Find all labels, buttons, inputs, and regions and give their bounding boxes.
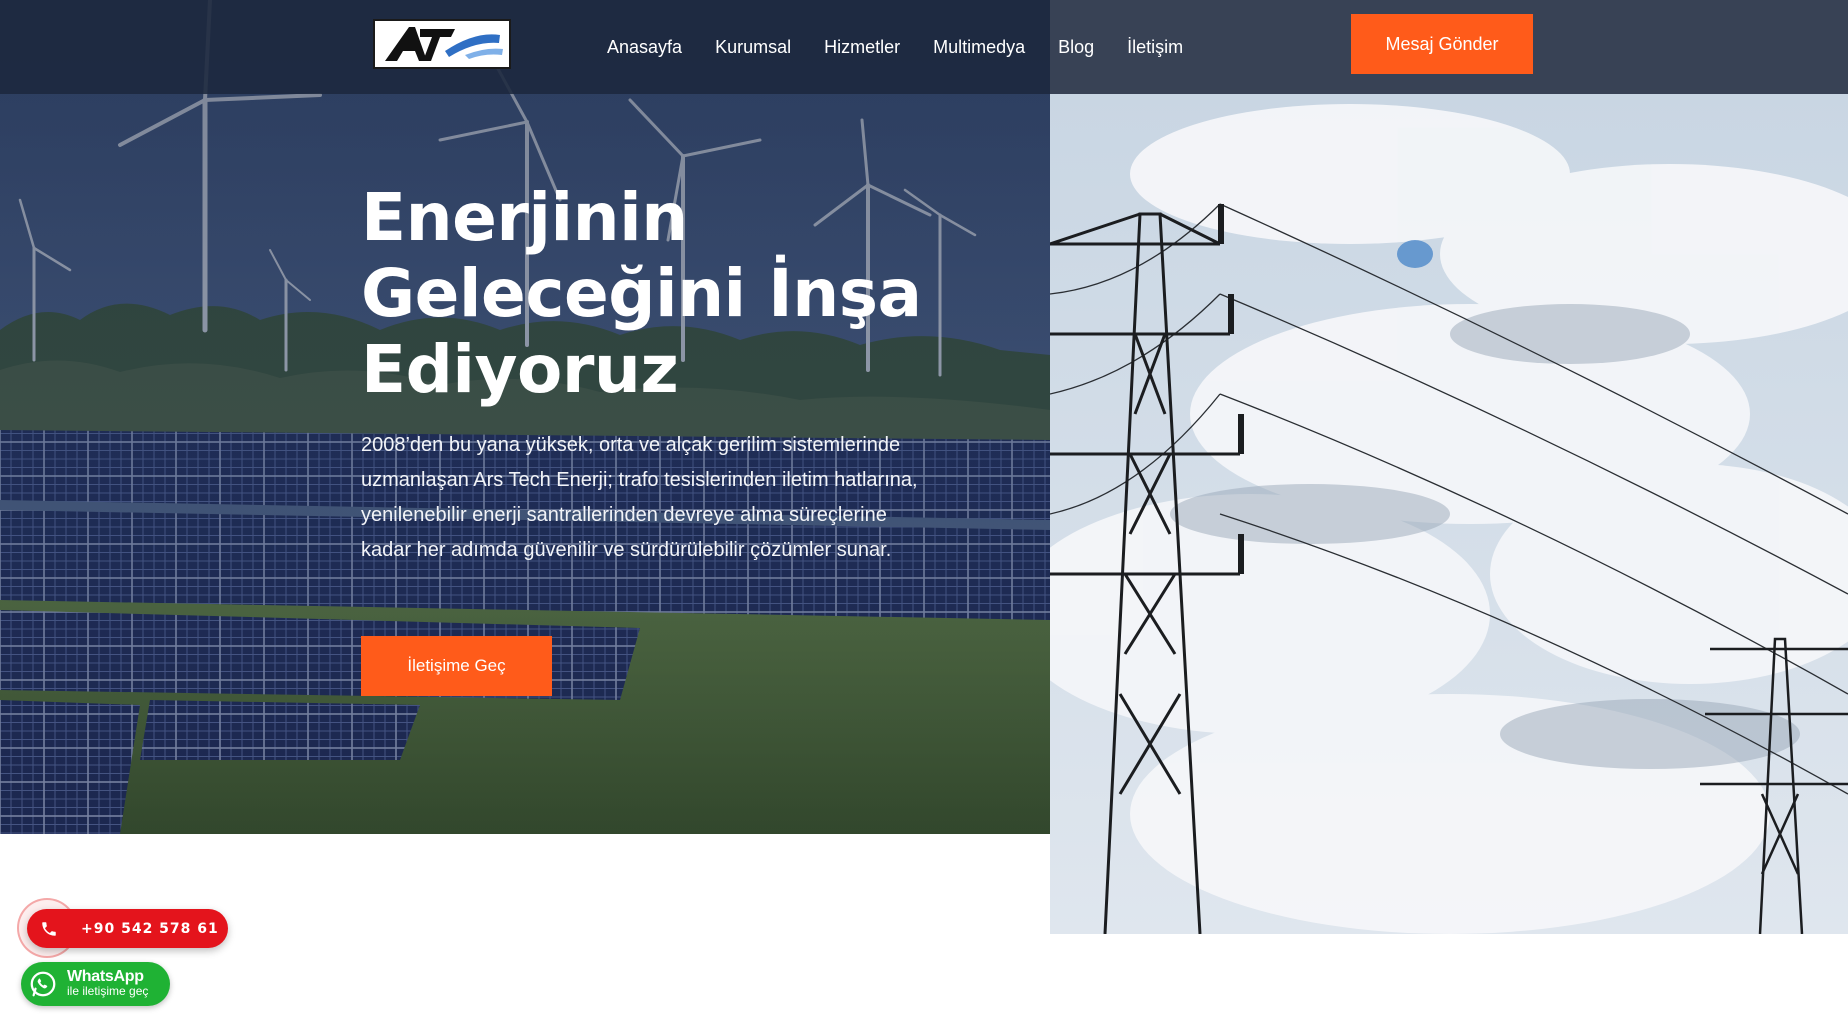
nav-item-hizmetler[interactable]: Hizmetler	[824, 37, 900, 58]
nav-item-anasayfa[interactable]: Anasayfa	[607, 37, 682, 58]
hero-left-background	[0, 0, 1050, 834]
logo-mark	[375, 21, 509, 67]
hero-title-line-2: Geleceğini İnşa	[361, 255, 922, 332]
whatsapp-subtitle: ile iletişime geç	[67, 984, 149, 998]
hero-title-line-1: Enerjinin	[361, 179, 688, 256]
hero-description: 2008’den bu yana yüksek, orta ve alçak g…	[361, 434, 918, 561]
site-header: Anasayfa Kurumsal Hizmetler Multimedya B…	[0, 0, 1848, 94]
whatsapp-label: WhatsApp ile iletişime geç	[67, 969, 148, 999]
phone-number: +90 542 578 61	[81, 920, 219, 937]
hero-title-line-3: Ediyoruz	[361, 331, 679, 408]
whatsapp-icon	[21, 962, 65, 1006]
call-phone-button[interactable]: +90 542 578 61	[27, 909, 228, 948]
whatsapp-title: WhatsApp	[67, 968, 144, 985]
contact-button[interactable]: İletişime Geç	[361, 636, 552, 696]
phone-icon	[27, 909, 71, 948]
hero-dark-overlay	[0, 0, 1050, 834]
power-pylons-image	[1050, 94, 1848, 934]
hero-title: Enerjinin Geleceğini İnşa Ediyoruz	[361, 180, 961, 408]
whatsapp-button[interactable]: WhatsApp ile iletişime geç	[21, 962, 170, 1006]
brand-logo[interactable]	[373, 19, 511, 69]
nav-item-kurumsal[interactable]: Kurumsal	[715, 37, 791, 58]
nav-item-iletisim[interactable]: İletişim	[1127, 37, 1183, 58]
nav-item-blog[interactable]: Blog	[1058, 37, 1094, 58]
nav-item-multimedya[interactable]: Multimedya	[933, 37, 1025, 58]
hero-right-image	[1050, 94, 1848, 934]
main-nav: Anasayfa Kurumsal Hizmetler Multimedya B…	[607, 0, 1183, 94]
send-message-button[interactable]: Mesaj Gönder	[1351, 14, 1533, 74]
